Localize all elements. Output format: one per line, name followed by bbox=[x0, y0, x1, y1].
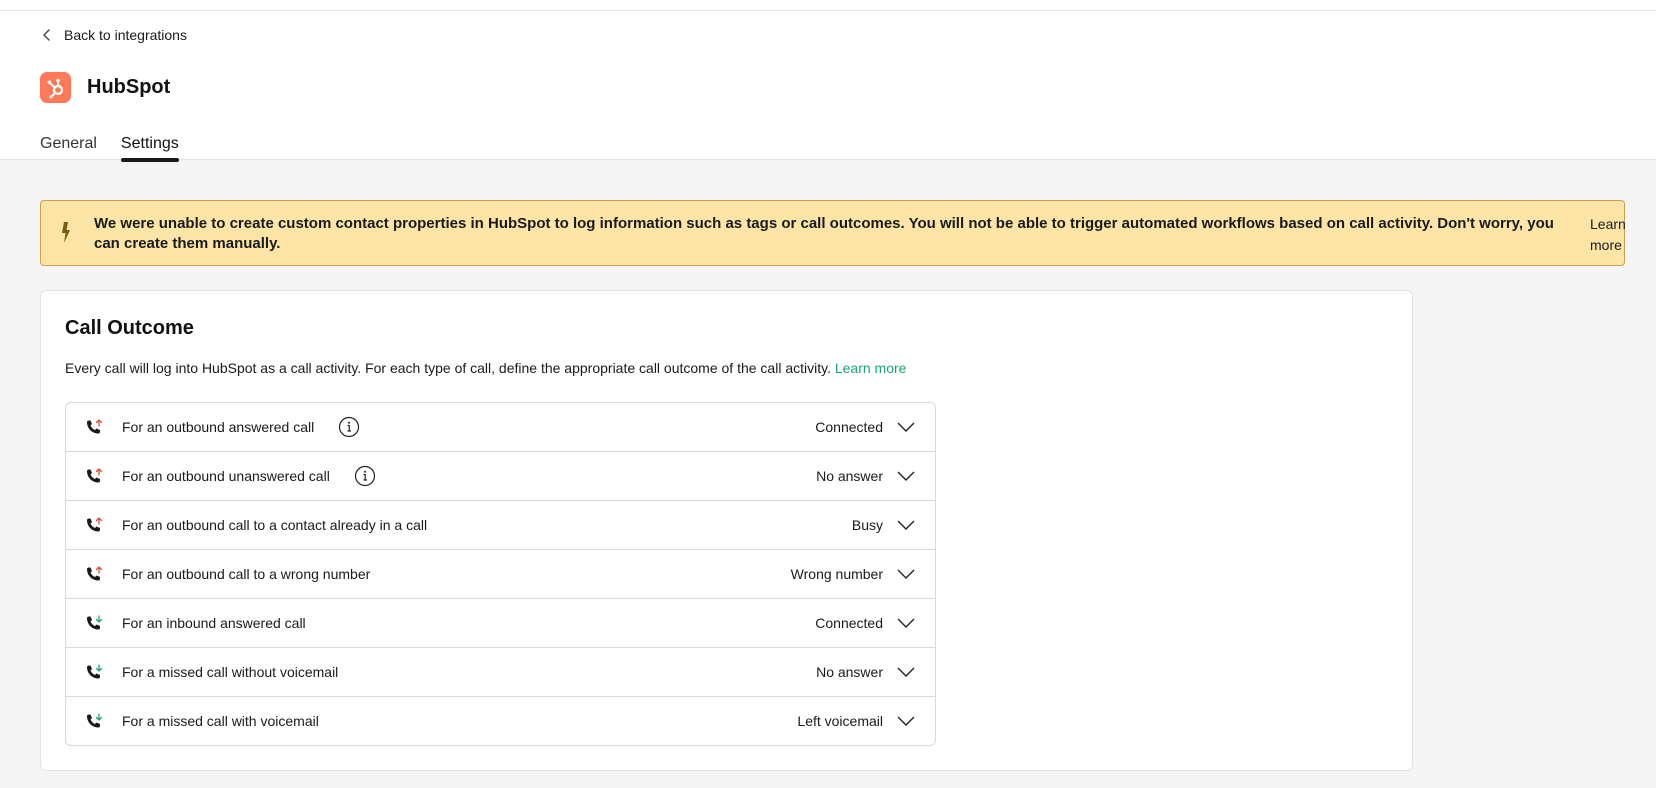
back-to-integrations-link[interactable]: Back to integrations bbox=[40, 27, 187, 43]
call-outcome-dropdown[interactable]: No answer bbox=[816, 660, 915, 684]
inbound-call-icon bbox=[87, 615, 103, 630]
call-outcome-dropdown[interactable]: Wrong number bbox=[791, 562, 915, 586]
call-outcome-dropdown[interactable]: Connected bbox=[815, 611, 915, 635]
call-type-label: For a missed call with voicemail bbox=[122, 713, 319, 729]
page-header: Back to integrations HubSpot General Set… bbox=[0, 10, 1656, 162]
call-outcome-card: Call Outcome Every call will log into Hu… bbox=[40, 290, 1413, 771]
inbound-call-icon bbox=[87, 713, 103, 728]
integration-brand: HubSpot bbox=[40, 72, 170, 103]
chevron-down-icon bbox=[897, 716, 915, 726]
back-link-label: Back to integrations bbox=[64, 27, 187, 43]
selected-outcome: Connected bbox=[815, 615, 883, 631]
chevron-down-icon bbox=[897, 667, 915, 677]
call-outcome-dropdown[interactable]: Connected bbox=[815, 415, 915, 439]
tab-settings[interactable]: Settings bbox=[120, 124, 179, 162]
selected-outcome: No answer bbox=[816, 468, 883, 484]
warning-banner: We were unable to create custom contact … bbox=[40, 200, 1626, 266]
info-icon[interactable] bbox=[338, 416, 360, 438]
card-title: Call Outcome bbox=[65, 317, 194, 339]
chevron-down-icon bbox=[897, 422, 915, 432]
integration-name: HubSpot bbox=[87, 76, 171, 98]
description-text: Every call will log into HubSpot as a ca… bbox=[65, 360, 831, 376]
card-description: Every call will log into HubSpot as a ca… bbox=[65, 360, 906, 376]
call-type-label: For an outbound call to a wrong number bbox=[122, 566, 371, 582]
list-item: For an inbound answered call Connected bbox=[66, 599, 935, 648]
list-item: For an outbound call to a contact alread… bbox=[66, 501, 935, 550]
call-type-label: For an inbound answered call bbox=[122, 615, 306, 631]
chevron-down-icon bbox=[897, 520, 915, 530]
warning-message: We were unable to create custom contact … bbox=[94, 215, 1554, 252]
chevron-down-icon bbox=[897, 618, 915, 628]
call-type-label: For an outbound call to a contact alread… bbox=[122, 517, 428, 533]
selected-outcome: Busy bbox=[851, 517, 883, 533]
chevron-down-icon bbox=[897, 569, 915, 579]
outbound-call-icon bbox=[87, 419, 103, 434]
lightning-icon bbox=[62, 222, 70, 243]
selected-outcome: Wrong number bbox=[790, 566, 883, 582]
chevron-down-icon bbox=[897, 471, 915, 481]
outbound-call-icon bbox=[87, 566, 103, 581]
info-icon[interactable] bbox=[354, 465, 376, 487]
top-strip bbox=[0, 0, 1656, 10]
list-item: For a missed call without voicemail No a… bbox=[66, 648, 935, 697]
call-type-label: For an outbound unanswered call bbox=[122, 468, 330, 484]
call-outcome-dropdown[interactable]: Busy bbox=[852, 513, 915, 537]
selected-outcome: Connected bbox=[815, 419, 883, 435]
call-outcome-learn-more-link[interactable]: Learn more bbox=[835, 360, 907, 376]
selected-outcome: Left voicemail bbox=[797, 713, 883, 729]
list-item: For an outbound unanswered call No answe… bbox=[66, 452, 935, 501]
list-item: For an outbound answered call Connected bbox=[66, 403, 935, 452]
call-outcome-dropdown[interactable]: Left voicemail bbox=[797, 709, 915, 733]
tab-bar: General Settings bbox=[40, 124, 179, 162]
inbound-call-icon bbox=[87, 664, 103, 679]
banner-learn-more-link[interactable]: Learn more bbox=[1590, 214, 1650, 256]
list-item: For an outbound call to a wrong number W… bbox=[66, 550, 935, 599]
call-type-label: For a missed call without voicemail bbox=[122, 664, 339, 680]
call-type-label: For an outbound answered call bbox=[122, 419, 315, 435]
call-outcome-list: For an outbound answered call Connected … bbox=[65, 402, 936, 746]
hubspot-logo-icon bbox=[40, 72, 71, 103]
selected-outcome: No answer bbox=[816, 664, 883, 680]
list-item: For a missed call with voicemail Left vo… bbox=[66, 697, 935, 745]
outbound-call-icon bbox=[87, 468, 103, 483]
outbound-call-icon bbox=[87, 517, 103, 532]
tab-general[interactable]: General bbox=[40, 124, 97, 161]
call-outcome-dropdown[interactable]: No answer bbox=[816, 464, 915, 488]
chevron-left-icon bbox=[43, 29, 50, 41]
